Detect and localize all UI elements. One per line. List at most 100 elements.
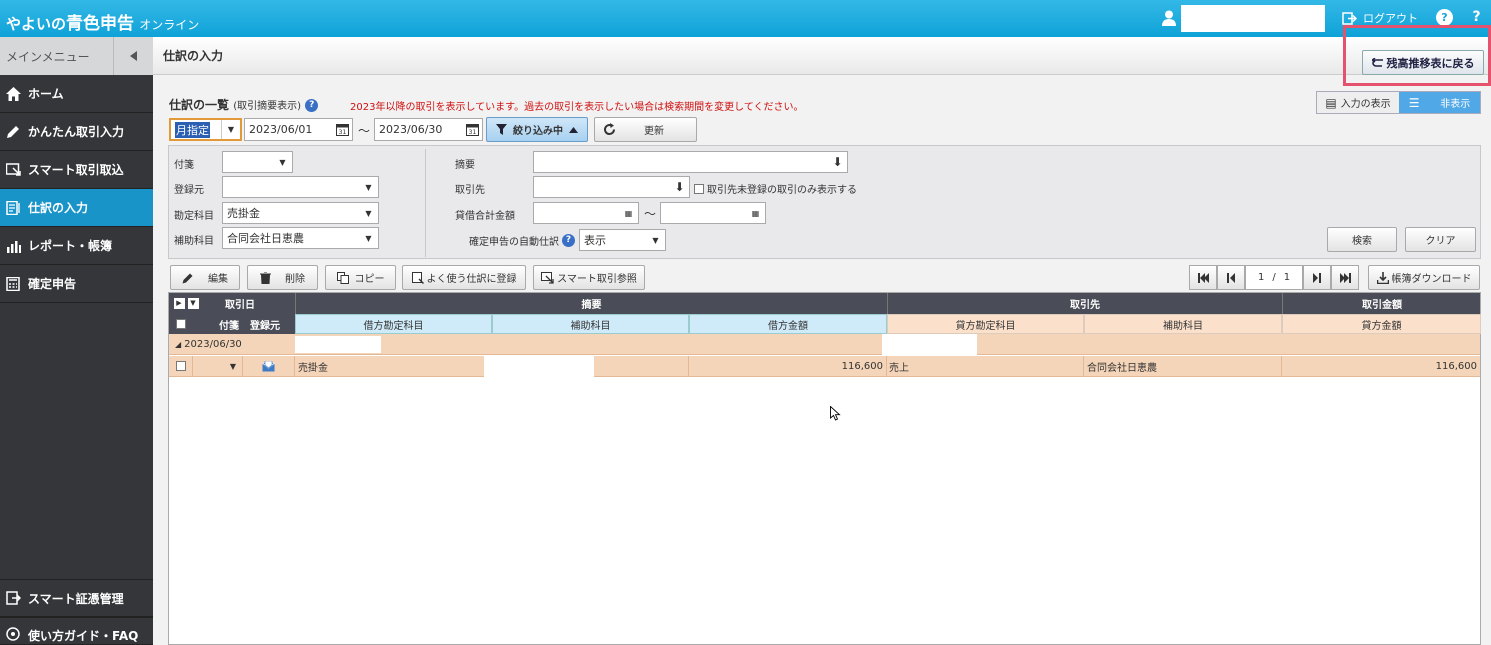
partner-field[interactable]: ⬇ (533, 176, 690, 198)
calculator-small-icon[interactable]: ▦ (746, 203, 765, 223)
copy-icon (336, 271, 349, 284)
main-content: 仕訳の入力 残高推移表に戻る 仕訳の一覧 (取引摘要表示) ? 2023年以降の… (153, 25, 1491, 645)
search-button[interactable]: 検索 (1327, 227, 1397, 252)
next-page-button[interactable] (1303, 265, 1331, 290)
account-label: 勘定科目 (174, 211, 214, 222)
sidebar-item-smart-documents[interactable]: スマート証憑管理 (0, 579, 153, 617)
help-icon[interactable]: ? (1468, 9, 1485, 26)
period-mode-select[interactable]: 月指定 ▼ (169, 118, 242, 141)
account-select[interactable]: 売掛金 ▼ (222, 202, 379, 224)
row-checkbox[interactable] (175, 361, 186, 371)
book-icon (411, 271, 424, 284)
funnel-icon (496, 124, 507, 135)
row-debit-amount: 116,600 (689, 356, 887, 376)
sidebar-item-reports[interactable]: レポート・帳簿 (0, 227, 153, 265)
date-from-field[interactable]: 2023/06/01 31 (244, 118, 353, 141)
chevron-left-icon (129, 51, 137, 61)
input-view-toggle: ▤ 入力の表示 ☰ 非表示 (1316, 91, 1481, 114)
col-debit-account[interactable]: 借方勘定科目 (295, 314, 492, 334)
redacted-block (882, 334, 977, 357)
smart-reference-button[interactable]: スマート取引参照 (533, 265, 645, 290)
col-memo[interactable]: 摘要 (295, 293, 887, 314)
select-all-checkbox[interactable] (176, 319, 186, 329)
col-fusen[interactable]: 付箋 (219, 317, 239, 332)
pencil-icon (182, 273, 193, 283)
help-question-icon[interactable]: ? (305, 99, 319, 112)
first-page-button[interactable] (1189, 265, 1217, 290)
sub-account-label: 補助科目 (174, 236, 214, 247)
edit-button[interactable]: 編集 (170, 265, 240, 290)
row-debit-account: 売掛金 (295, 356, 492, 376)
partner-label: 取引先 (455, 185, 485, 196)
sub-account-select[interactable]: 合同会社日恵農 ▼ (222, 227, 379, 249)
col-date[interactable]: 取引日 (200, 293, 280, 314)
fusen-select[interactable]: ▼ (222, 151, 293, 173)
user-name-box[interactable] (1181, 5, 1325, 32)
help-question-icon[interactable]: ? (562, 234, 575, 247)
col-source[interactable]: 登録元 (250, 317, 280, 332)
date-to-field[interactable]: 2023/06/30 31 (374, 118, 483, 141)
logout-link[interactable]: ログアウト (1342, 10, 1418, 26)
chevron-down-icon: ▼ (279, 157, 286, 167)
sidebar-item-journal[interactable]: 仕訳の入力 (0, 189, 153, 227)
table-row[interactable]: ▼ 売掛金 116,600 売上 合同会社日恵農 116,600 (169, 356, 1480, 377)
memo-field[interactable]: ⬇ (533, 151, 848, 173)
arrow-down-icon[interactable]: ⬇ (828, 152, 847, 172)
first-page-icon (1197, 272, 1209, 283)
chart-icon (7, 240, 21, 253)
calculator-icon (6, 276, 20, 291)
sidebar-item-tax-return[interactable]: 確定申告 (0, 265, 153, 303)
prev-page-icon (1227, 272, 1235, 283)
last-page-button[interactable] (1331, 265, 1359, 290)
app-logo[interactable]: やよいの青色申告 オンライン (6, 9, 199, 34)
source-select[interactable]: ▼ (222, 176, 379, 198)
back-to-balance-button[interactable]: 残高推移表に戻る (1362, 50, 1484, 75)
hide-input-button[interactable]: ☰ 非表示 (1399, 92, 1480, 113)
page-current[interactable]: 1 (1258, 272, 1264, 283)
arrow-down-icon[interactable]: ⬇ (670, 177, 689, 197)
register-frequent-button[interactable]: よく使う仕訳に登録 (402, 265, 526, 290)
sidebar-item-home[interactable]: ホーム (0, 75, 153, 113)
sidebar-item-easy-entry[interactable]: かんたん取引入力 (0, 113, 153, 151)
fusen-label: 付箋 (174, 160, 194, 171)
chevron-down-icon: ▼ (365, 208, 372, 218)
collapse-sidebar-button[interactable] (113, 37, 153, 75)
grid-expand-controls[interactable]: ▶ ▼ (172, 293, 200, 314)
collapse-triangle-icon[interactable]: ◢ (175, 340, 181, 349)
chevron-down-icon: ▼ (365, 182, 372, 192)
amount-from-field[interactable]: ▦ (533, 202, 639, 224)
svg-text:31: 31 (339, 129, 347, 136)
sidebar-item-guide[interactable]: 使い方ガイド・FAQ (0, 617, 153, 645)
row-fusen-dropdown[interactable]: ▼ (193, 356, 243, 376)
sidebar-item-smart-import[interactable]: スマート取引取込 (0, 151, 153, 189)
col-partner[interactable]: 取引先 (887, 293, 1282, 314)
chevron-down-icon: ▼ (652, 235, 659, 245)
filter-toggle-button[interactable]: 絞り込み中 (486, 117, 588, 142)
col-credit-amount[interactable]: 貸方金額 (1282, 314, 1481, 334)
mouse-cursor-icon (830, 406, 841, 421)
refresh-button[interactable]: 更新 (594, 117, 697, 142)
show-input-button[interactable]: ▤ 入力の表示 (1317, 92, 1399, 113)
amount-to-field[interactable]: ▦ (660, 202, 766, 224)
source-label: 登録元 (174, 185, 204, 196)
grid-header-top: ▶ ▼ 取引日 摘要 取引先 取引金額 (169, 293, 1480, 314)
copy-button[interactable]: コピー (325, 265, 396, 290)
calendar-icon[interactable]: 31 (463, 119, 482, 140)
download-ledger-button[interactable]: 帳簿ダウンロード (1368, 265, 1480, 290)
guide-circle-icon[interactable]: ? (1436, 9, 1453, 26)
journal-icon (6, 200, 20, 215)
col-amount[interactable]: 取引金額 (1282, 293, 1481, 314)
calculator-small-icon[interactable]: ▦ (619, 203, 638, 223)
col-debit-sub[interactable]: 補助科目 (492, 314, 689, 334)
col-debit-amount[interactable]: 借方金額 (689, 314, 887, 334)
col-credit-sub[interactable]: 補助科目 (1084, 314, 1282, 334)
refresh-icon (604, 123, 616, 136)
unregistered-partner-option[interactable]: 取引先未登録の取引のみ表示する (694, 181, 857, 196)
clear-button[interactable]: クリア (1405, 227, 1476, 252)
col-credit-account[interactable]: 貸方勘定科目 (887, 314, 1084, 334)
delete-button[interactable]: 削除 (247, 265, 318, 290)
unregistered-partner-checkbox[interactable] (694, 183, 704, 194)
calendar-icon[interactable]: 31 (333, 119, 352, 140)
auto-journal-select[interactable]: 表示 ▼ (579, 229, 666, 251)
prev-page-button[interactable] (1217, 265, 1245, 290)
